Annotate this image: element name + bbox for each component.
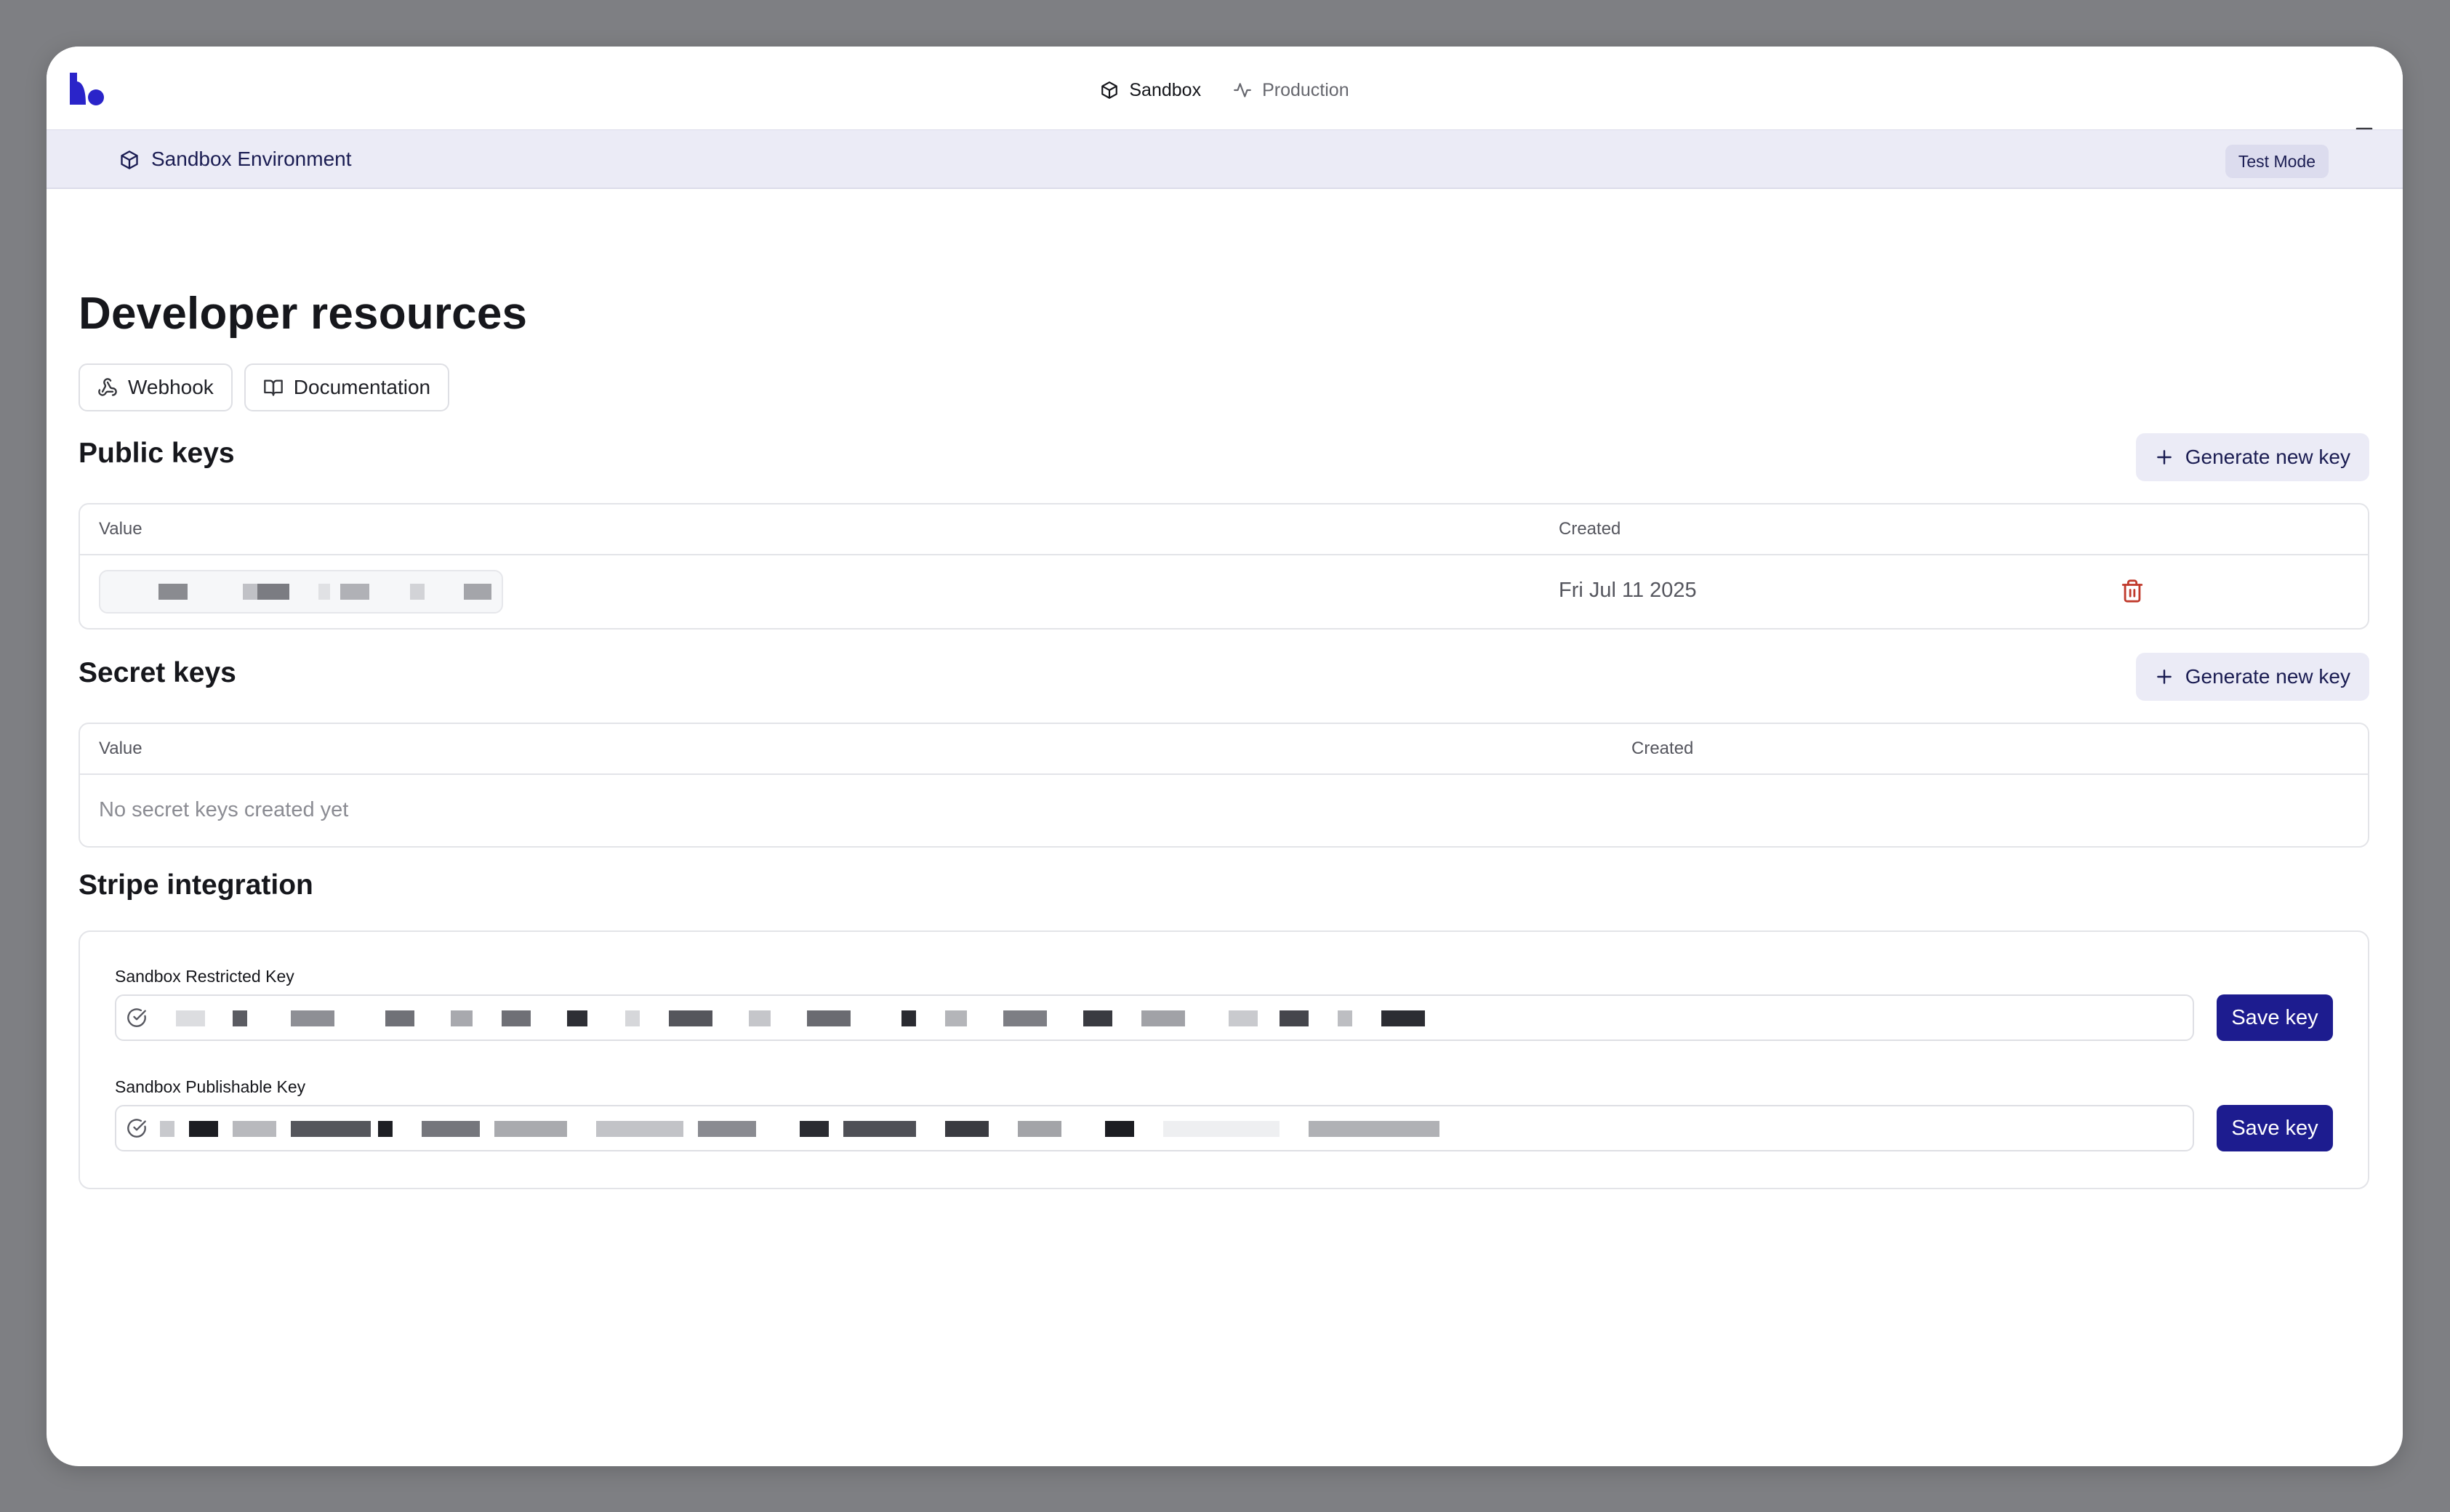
column-header-value: Value — [99, 739, 142, 758]
banner-title: Sandbox Environment — [151, 148, 352, 170]
generate-secret-key-button[interactable]: Generate new key — [2135, 653, 2369, 701]
documentation-label: Documentation — [293, 376, 431, 398]
restricted-key-label: Sandbox Restricted Key — [115, 967, 294, 986]
webhook-button[interactable]: Webhook — [79, 363, 233, 411]
public-keys-table: Value Created Fri Jul 11 2025 — [79, 503, 2369, 630]
publishable-key-label: Sandbox Publishable Key — [115, 1077, 306, 1096]
activity-icon — [1234, 83, 1251, 97]
restricted-key-input[interactable] — [115, 994, 2194, 1041]
stripe-integration-card: Sandbox Restricted Key Save key Sandbox … — [79, 930, 2369, 1189]
save-publishable-key-button[interactable]: Save key — [2217, 1105, 2333, 1151]
stripe-integration-title: Stripe integration — [79, 869, 313, 901]
check-circle-icon — [127, 1008, 146, 1027]
column-header-value: Value — [99, 519, 142, 539]
resource-links: Webhook Documentation — [79, 363, 450, 411]
table-row: Fri Jul 11 2025 — [80, 555, 2368, 628]
environment-banner: Sandbox Environment Test Mode — [47, 129, 2403, 189]
column-header-created: Created — [1631, 739, 1694, 758]
documentation-button[interactable]: Documentation — [244, 363, 450, 411]
delete-key-trash-icon[interactable] — [2120, 577, 2145, 605]
public-key-created-date: Fri Jul 11 2025 — [1559, 579, 1697, 602]
generate-public-key-label: Generate new key — [2185, 446, 2350, 468]
secret-keys-table: Value Created No secret keys created yet — [79, 723, 2369, 848]
generate-public-key-button[interactable]: Generate new key — [2135, 433, 2369, 481]
top-bar: Sandbox Production — [47, 47, 2403, 140]
environment-tabs: Sandbox Production — [47, 74, 2403, 106]
public-key-value-redacted[interactable] — [99, 570, 503, 614]
box-icon — [1101, 81, 1118, 99]
public-keys-title: Public keys — [79, 438, 235, 469]
check-circle-icon — [127, 1119, 146, 1138]
publishable-key-input[interactable] — [115, 1105, 2194, 1151]
table-header: Value Created — [80, 724, 2368, 775]
book-icon — [263, 379, 283, 396]
secret-keys-title: Secret keys — [79, 657, 236, 688]
empty-row: No secret keys created yet — [80, 775, 2368, 846]
tab-production[interactable]: Production — [1233, 80, 1349, 101]
plus-icon — [2156, 669, 2172, 684]
empty-state-text: No secret keys created yet — [99, 798, 349, 821]
test-mode-badge: Test Mode — [2225, 145, 2329, 178]
tab-sandbox[interactable]: Sandbox — [1100, 80, 1201, 101]
app-window: Sandbox Production Sandbox Environment T… — [47, 47, 2403, 1466]
generate-secret-key-label: Generate new key — [2185, 665, 2350, 688]
webhook-label: Webhook — [128, 376, 214, 398]
column-header-created: Created — [1559, 519, 1621, 539]
tab-production-label: Production — [1262, 79, 1349, 100]
page-title: Developer resources — [79, 289, 528, 339]
box-icon — [121, 150, 138, 169]
save-restricted-key-button[interactable]: Save key — [2217, 994, 2333, 1041]
tab-sandbox-label: Sandbox — [1129, 79, 1202, 100]
plus-icon — [2156, 450, 2172, 465]
table-header: Value Created — [80, 504, 2368, 555]
webhook-icon — [98, 378, 117, 396]
